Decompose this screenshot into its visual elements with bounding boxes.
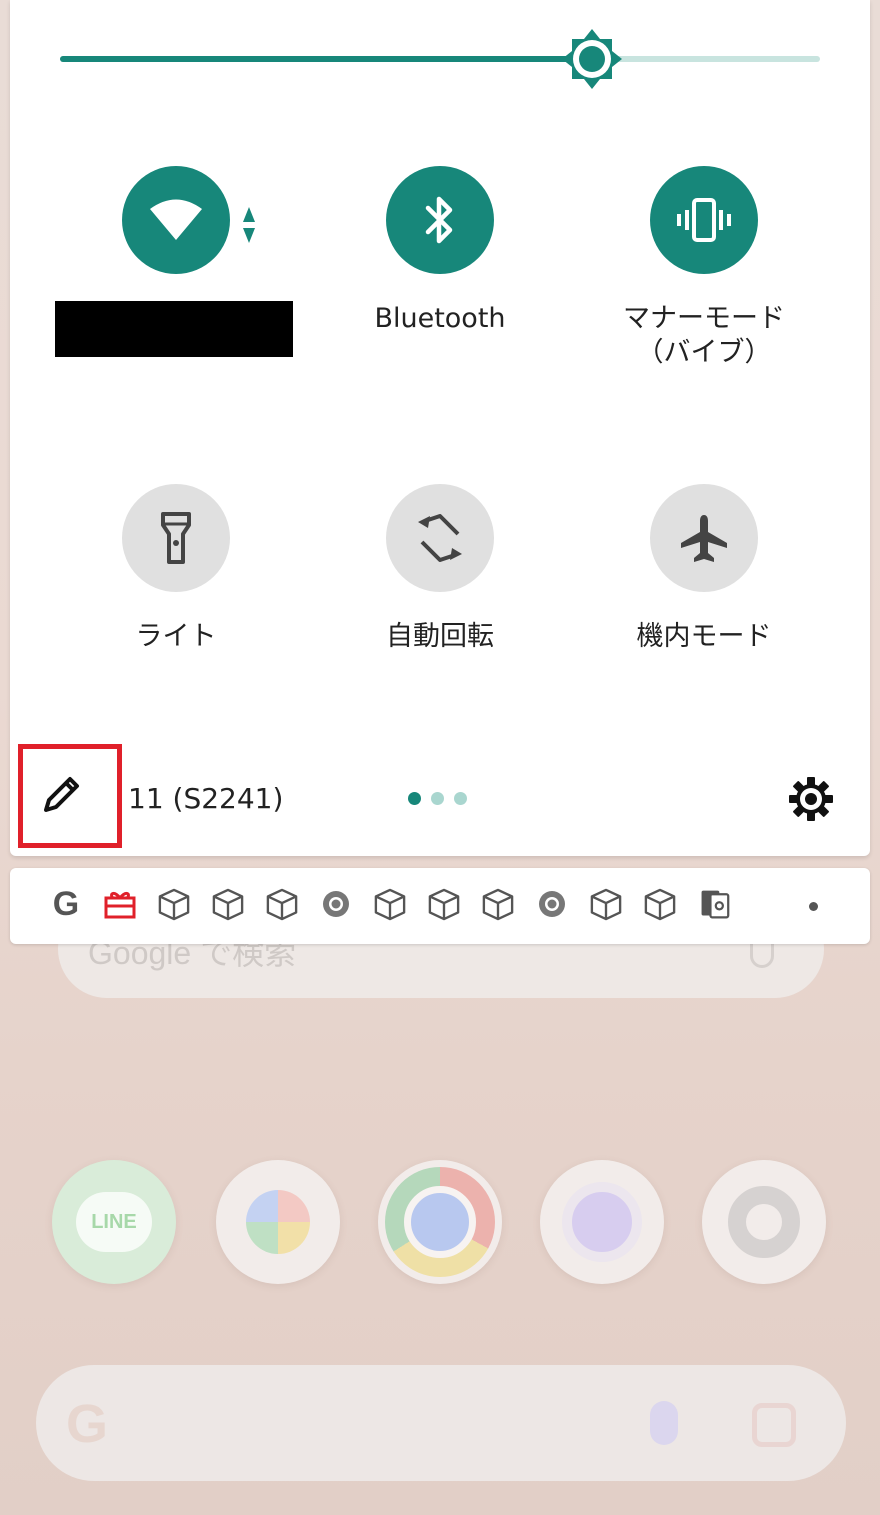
gift-icon: [104, 886, 136, 922]
bluetooth-icon: [425, 196, 453, 244]
chrome-app-icon: [378, 1160, 502, 1284]
camera-app-icon: [540, 1160, 664, 1284]
tile-label-bluetooth: Bluetooth: [374, 303, 506, 334]
tile-autorotate[interactable]: 自動回転: [305, 484, 575, 654]
wifi-activity-icon: [243, 207, 255, 243]
page-dot: [408, 792, 421, 805]
rotate-icon: [418, 514, 462, 562]
autorotate-toggle[interactable]: [386, 484, 494, 592]
edit-pencil-icon[interactable]: [40, 772, 84, 816]
google-logo: G: [66, 1394, 109, 1454]
brightness-fill: [60, 56, 592, 62]
package-icon: [428, 886, 460, 922]
package-icon: [644, 886, 676, 922]
home-app-row: LINE: [0, 1160, 880, 1290]
google-search-widget: G: [36, 1365, 846, 1481]
brightness-thumb-icon[interactable]: [560, 27, 624, 91]
lens-icon: [752, 1403, 796, 1447]
package-icon: [158, 886, 190, 922]
package-icon: [374, 886, 406, 922]
vibrate-icon: [677, 198, 731, 242]
settings-app-icon: [702, 1160, 826, 1284]
line-app-icon: LINE: [52, 1160, 176, 1284]
tile-wifi[interactable]: [41, 166, 311, 274]
wifi-toggle[interactable]: [122, 166, 230, 274]
wifi-icon: [150, 199, 202, 240]
chrome-icon: [536, 886, 568, 922]
chrome-icon: [320, 886, 352, 922]
manner-mode-toggle[interactable]: [650, 166, 758, 274]
package-icon: [212, 886, 244, 922]
page-dot: [454, 792, 467, 805]
tile-label-manner-mode: マナーモード （バイブ）: [623, 303, 785, 368]
tile-label-autorotate: 自動回転: [386, 621, 494, 652]
notification-icon-strip[interactable]: G: [10, 868, 870, 944]
brightness-slider[interactable]: [60, 29, 820, 89]
package-icon: [482, 886, 514, 922]
flashlight-toggle[interactable]: [122, 484, 230, 592]
package-icon: [266, 886, 298, 922]
more-notifications-icon: [809, 902, 818, 911]
line-logo: LINE: [76, 1192, 152, 1252]
flashlight-icon: [161, 512, 191, 564]
tile-flashlight[interactable]: ライト: [41, 484, 311, 654]
wifi-network-name-redacted: [55, 301, 293, 357]
google-icon: G: [52, 884, 80, 923]
tile-manner-mode[interactable]: マナーモード （バイブ）: [569, 166, 839, 370]
tile-airplane-mode[interactable]: 機内モード: [569, 484, 839, 654]
quick-settings-footer: 11 (S2241): [10, 744, 870, 848]
airplane-icon: [681, 515, 727, 562]
tile-label-flashlight: ライト: [135, 621, 217, 652]
page-dot: [431, 792, 444, 805]
voice-search-icon: [650, 1401, 678, 1445]
photos-app-icon: [216, 1160, 340, 1284]
bluetooth-toggle[interactable]: [386, 166, 494, 274]
tile-bluetooth[interactable]: Bluetooth: [305, 166, 575, 336]
sim-settings-icon: [698, 886, 730, 922]
settings-gear-icon[interactable]: [788, 776, 834, 822]
quick-settings-panel: Bluetooth マナーモード （バイブ） ライト 自動回転 機内モード 11…: [10, 0, 870, 856]
build-number: 11 (S2241): [128, 782, 284, 815]
tile-label-airplane-mode: 機内モード: [636, 621, 772, 652]
package-icon: [590, 886, 622, 922]
page-indicator: [408, 792, 467, 806]
airplane-mode-toggle[interactable]: [650, 484, 758, 592]
